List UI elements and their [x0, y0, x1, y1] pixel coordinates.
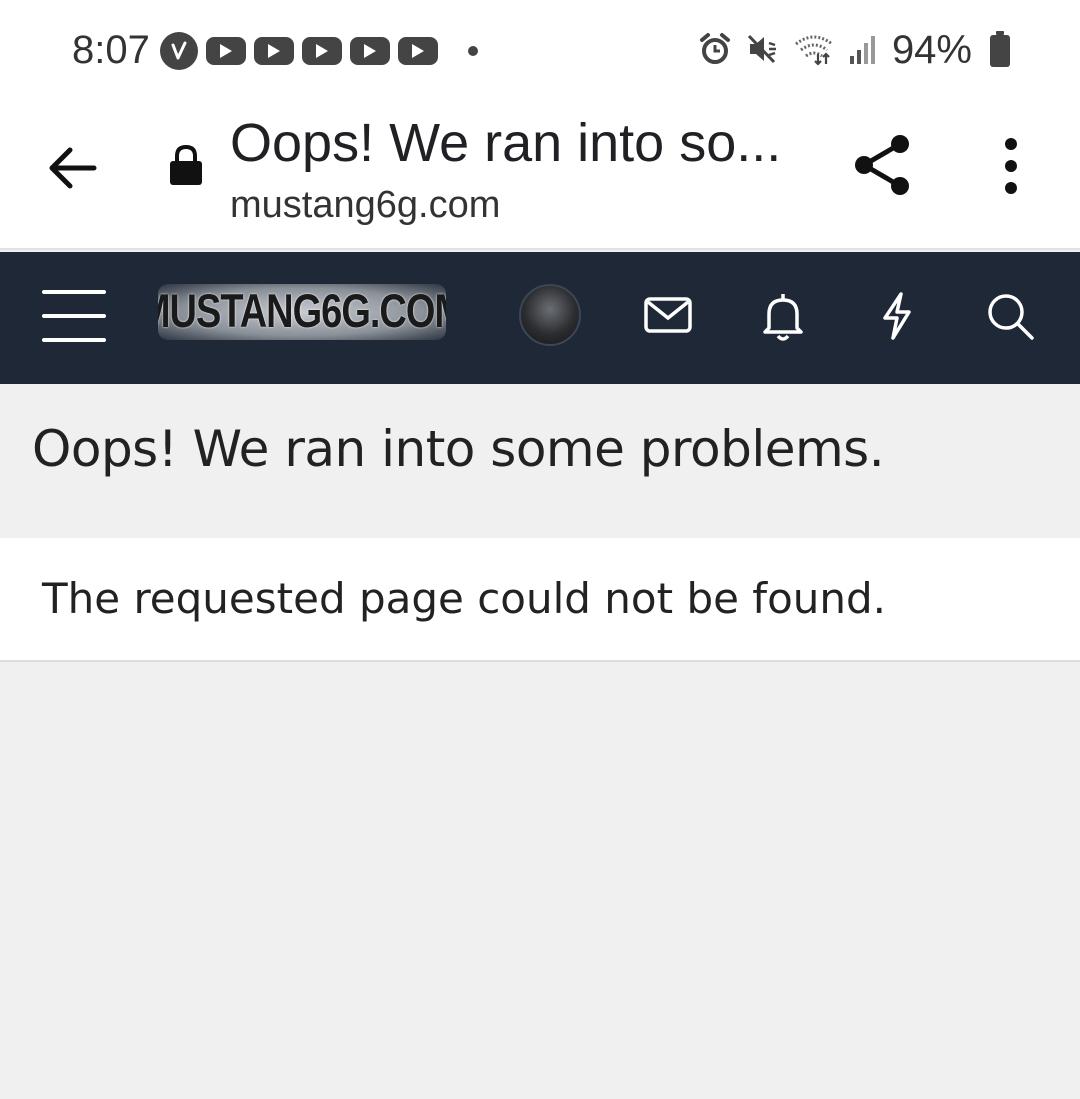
back-arrow-icon: [49, 147, 97, 189]
back-button[interactable]: [44, 138, 104, 198]
menu-icon: [42, 290, 106, 294]
page-domain[interactable]: mustang6g.com: [230, 184, 500, 227]
site-logo-text: MUSTANG6G.COM: [158, 285, 446, 338]
site-logo[interactable]: MUSTANG6G.COM: [158, 284, 446, 340]
status-time: 8:07: [72, 28, 150, 72]
youtube-icon: [350, 37, 390, 65]
browser-toolbar: Oops! We ran into so... mustang6g.com: [0, 100, 1080, 250]
avatar[interactable]: [519, 284, 581, 346]
system-icons: 94%: [698, 28, 1010, 73]
notification-icons: [160, 32, 478, 70]
error-message: The requested page could not be found.: [42, 574, 887, 623]
battery-icon: [990, 30, 1010, 67]
share-button[interactable]: [850, 132, 914, 198]
youtube-icon: [398, 37, 438, 65]
check-circle-icon: [160, 32, 198, 70]
page-title[interactable]: Oops! We ran into so...: [230, 112, 781, 174]
lock-icon[interactable]: [168, 144, 204, 186]
wifi-icon: [794, 32, 834, 70]
dot-icon: [468, 46, 478, 56]
bell-icon[interactable]: [757, 290, 809, 342]
mute-icon: [746, 32, 780, 70]
status-bar: 8:07 94%: [0, 0, 1080, 100]
signal-icon: [848, 32, 878, 70]
menu-button[interactable]: [42, 290, 106, 342]
more-vert-icon: [1005, 138, 1017, 194]
search-icon[interactable]: [984, 290, 1036, 342]
error-message-box: The requested page could not be found.: [0, 538, 1080, 662]
error-title: Oops! We ran into some problems.: [32, 420, 885, 478]
lightning-icon[interactable]: [871, 290, 923, 342]
more-options-button[interactable]: [994, 136, 1028, 196]
youtube-icon: [254, 37, 294, 65]
youtube-icon: [206, 37, 246, 65]
youtube-icon: [302, 37, 342, 65]
share-icon: [855, 135, 909, 195]
mail-icon[interactable]: [642, 290, 694, 342]
battery-percent: 94%: [891, 28, 972, 72]
alarm-icon: [698, 32, 732, 70]
